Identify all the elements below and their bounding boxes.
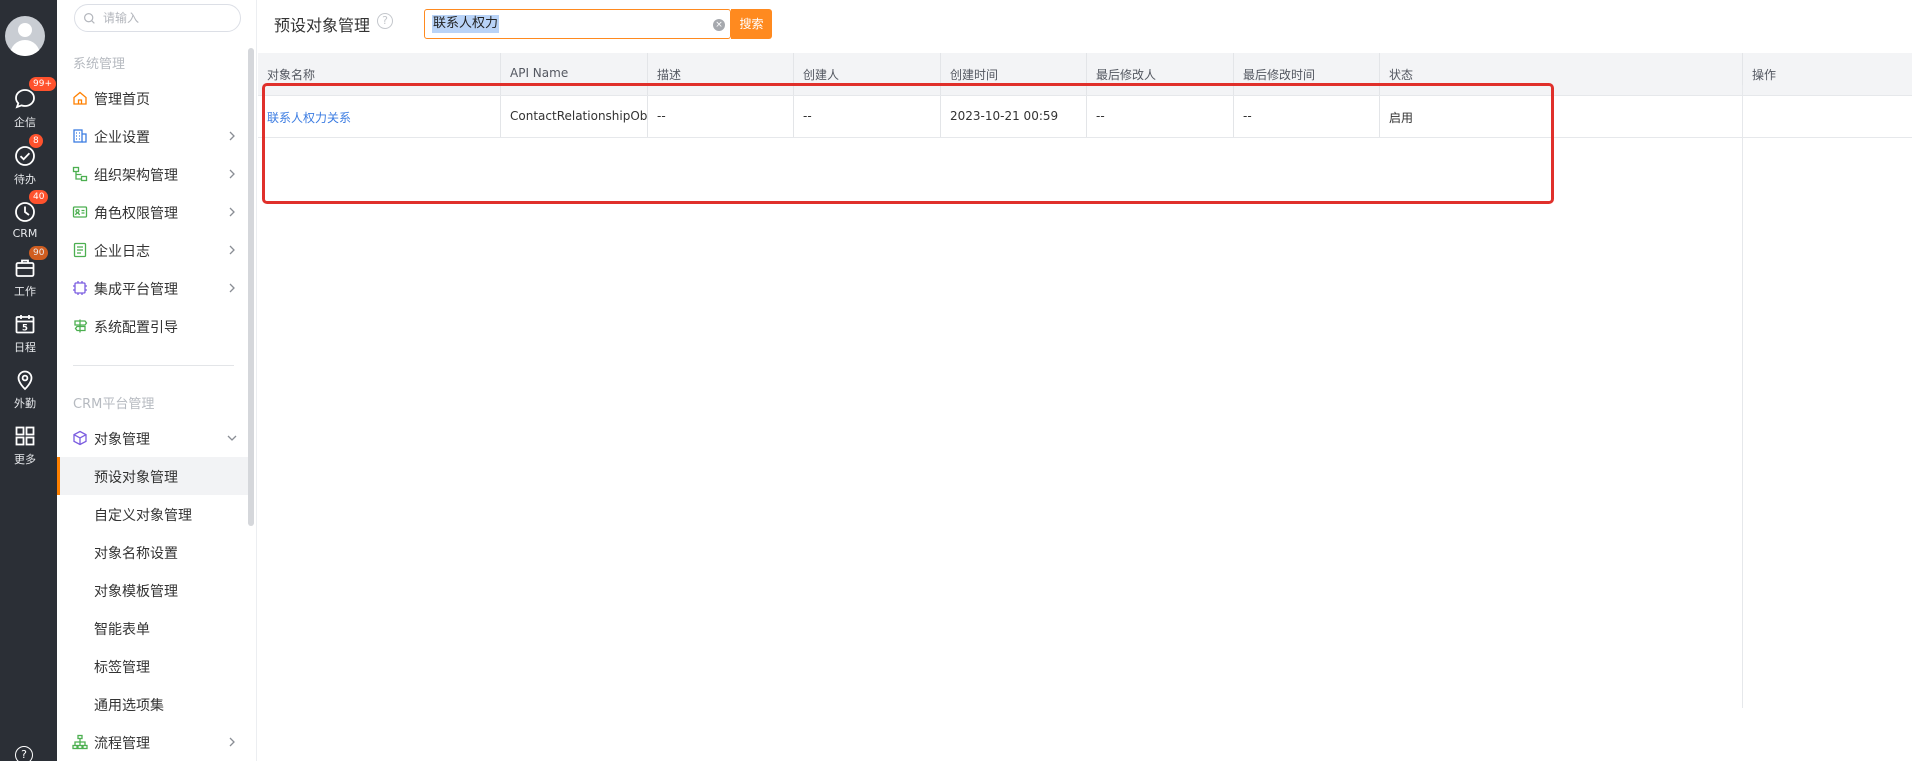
building-icon (73, 129, 87, 143)
nav-label: 企业日志 (94, 244, 150, 260)
search-input[interactable]: 联系人权力 (432, 15, 500, 33)
section-title-system: 系统管理 (73, 57, 126, 72)
rail-badge: 8 (29, 134, 43, 148)
nav-search[interactable] (74, 4, 241, 32)
nav-item-org-management[interactable]: 组织架构管理 (57, 155, 249, 193)
clear-icon[interactable]: × (713, 19, 725, 31)
nav-sub-tag-management[interactable]: 标签管理 (57, 647, 249, 685)
chevron-right-icon (229, 207, 235, 217)
search-button[interactable]: 搜索 (731, 9, 772, 39)
cube-icon (73, 430, 87, 446)
nav-item-system-config-guide[interactable]: 系统配置引导 (57, 307, 249, 345)
nav-label: 对象管理 (94, 432, 150, 448)
rail-label: 更多 (14, 453, 36, 466)
nav-label: 流程管理 (94, 736, 150, 752)
rail-badge: 99+ (29, 77, 56, 91)
left-rail: 99+ 企信 8 待办 40 CRM 90 工作 5 日程 外勤 更多 ? (0, 0, 57, 761)
chevron-down-icon (227, 435, 237, 441)
actions-column-divider (1742, 85, 1743, 708)
nav-label: 预设对象管理 (94, 470, 178, 486)
nav-item-process-management[interactable]: 流程管理 (57, 723, 249, 761)
rail-label: 待办 (14, 173, 36, 186)
nav-sub-smart-forms[interactable]: 智能表单 (57, 609, 249, 647)
nav-label: 集成平台管理 (94, 282, 178, 298)
rail-label: 日程 (14, 341, 36, 354)
nav-item-enterprise-log[interactable]: 企业日志 (57, 231, 249, 269)
actions-cell (1743, 96, 1912, 137)
nav-label: 对象名称设置 (94, 546, 178, 562)
chevron-right-icon (229, 283, 235, 293)
calendar-icon: 5 (15, 315, 35, 334)
nav-label: 角色权限管理 (94, 206, 178, 222)
flow-icon (72, 734, 88, 750)
rail-label: CRM (12, 227, 38, 240)
rail-item-todo[interactable]: 8 待办 (0, 134, 50, 194)
object-search[interactable]: 联系人权力 × 搜索 (424, 9, 772, 39)
log-icon (73, 242, 87, 258)
nav-label: 智能表单 (94, 622, 150, 638)
org-icon (72, 166, 88, 182)
nav-label: 管理首页 (94, 92, 150, 108)
rail-item-crm[interactable]: 40 CRM (0, 190, 50, 250)
help-circle-icon[interactable]: ? (377, 13, 393, 29)
id-card-icon (72, 206, 88, 218)
highlight-box (262, 83, 1554, 204)
nav-label: 系统配置引导 (94, 320, 178, 336)
rail-item-work[interactable]: 90 工作 (0, 246, 50, 306)
nav-label: 自定义对象管理 (94, 508, 192, 524)
app-window: 99+ 企信 8 待办 40 CRM 90 工作 5 日程 外勤 更多 ? 请输… (0, 0, 1912, 761)
rail-badge: 90 (29, 246, 49, 260)
search-icon (84, 13, 95, 24)
nav-item-object-management[interactable]: 对象管理 (57, 419, 249, 457)
nav-label: 标签管理 (94, 660, 150, 676)
nav-item-integration-platform[interactable]: 集成平台管理 (57, 269, 249, 307)
nav-label: 组织架构管理 (94, 168, 178, 184)
side-nav: 系统管理 管理首页 企业设置 组织架构管理 角色权限管理 企业日志 集成平台 (57, 0, 256, 761)
nav-label: 通用选项集 (94, 698, 164, 714)
help-icon[interactable]: ? (15, 746, 33, 761)
chevron-right-icon (229, 169, 235, 179)
nav-item-role-permission[interactable]: 角色权限管理 (57, 193, 249, 231)
nav-search-input[interactable] (103, 8, 233, 28)
rail-item-calendar[interactable]: 5 日程 (0, 312, 50, 362)
chip-icon (73, 281, 87, 295)
section-title-crm: CRM平台管理 (73, 397, 155, 412)
column-header: 操作 (1752, 68, 1777, 82)
location-pin-icon (17, 370, 33, 391)
chevron-right-icon (229, 131, 235, 141)
rail-item-messages[interactable]: 99+ 企信 (0, 77, 56, 137)
nav-sub-preset-objects[interactable]: 预设对象管理 (57, 457, 249, 495)
chevron-right-icon (229, 737, 235, 747)
rail-label: 企信 (14, 116, 36, 129)
nav-label: 企业设置 (94, 130, 150, 146)
signpost-icon (74, 319, 88, 333)
nav-sub-object-name-settings[interactable]: 对象名称设置 (57, 533, 249, 571)
svg-text:5: 5 (22, 323, 28, 333)
nav-divider (73, 365, 234, 366)
nav-scrollbar[interactable] (248, 48, 254, 526)
nav-label: 对象模板管理 (94, 584, 178, 600)
avatar[interactable] (5, 16, 45, 56)
nav-item-admin-home[interactable]: 管理首页 (57, 79, 249, 117)
chevron-right-icon (229, 245, 235, 255)
rail-item-field[interactable]: 外勤 (0, 368, 50, 418)
rail-label: 工作 (14, 285, 36, 298)
grid-icon (15, 426, 35, 446)
page-title: 预设对象管理 (274, 16, 371, 35)
nav-sub-custom-objects[interactable]: 自定义对象管理 (57, 495, 249, 533)
nav-item-enterprise-settings[interactable]: 企业设置 (57, 117, 249, 155)
nav-sub-common-option-sets[interactable]: 通用选项集 (57, 685, 249, 723)
nav-sub-object-templates[interactable]: 对象模板管理 (57, 571, 249, 609)
home-icon (73, 91, 87, 105)
rail-badge: 40 (29, 190, 49, 204)
rail-item-more[interactable]: 更多 (0, 424, 50, 474)
rail-label: 外勤 (14, 397, 36, 410)
